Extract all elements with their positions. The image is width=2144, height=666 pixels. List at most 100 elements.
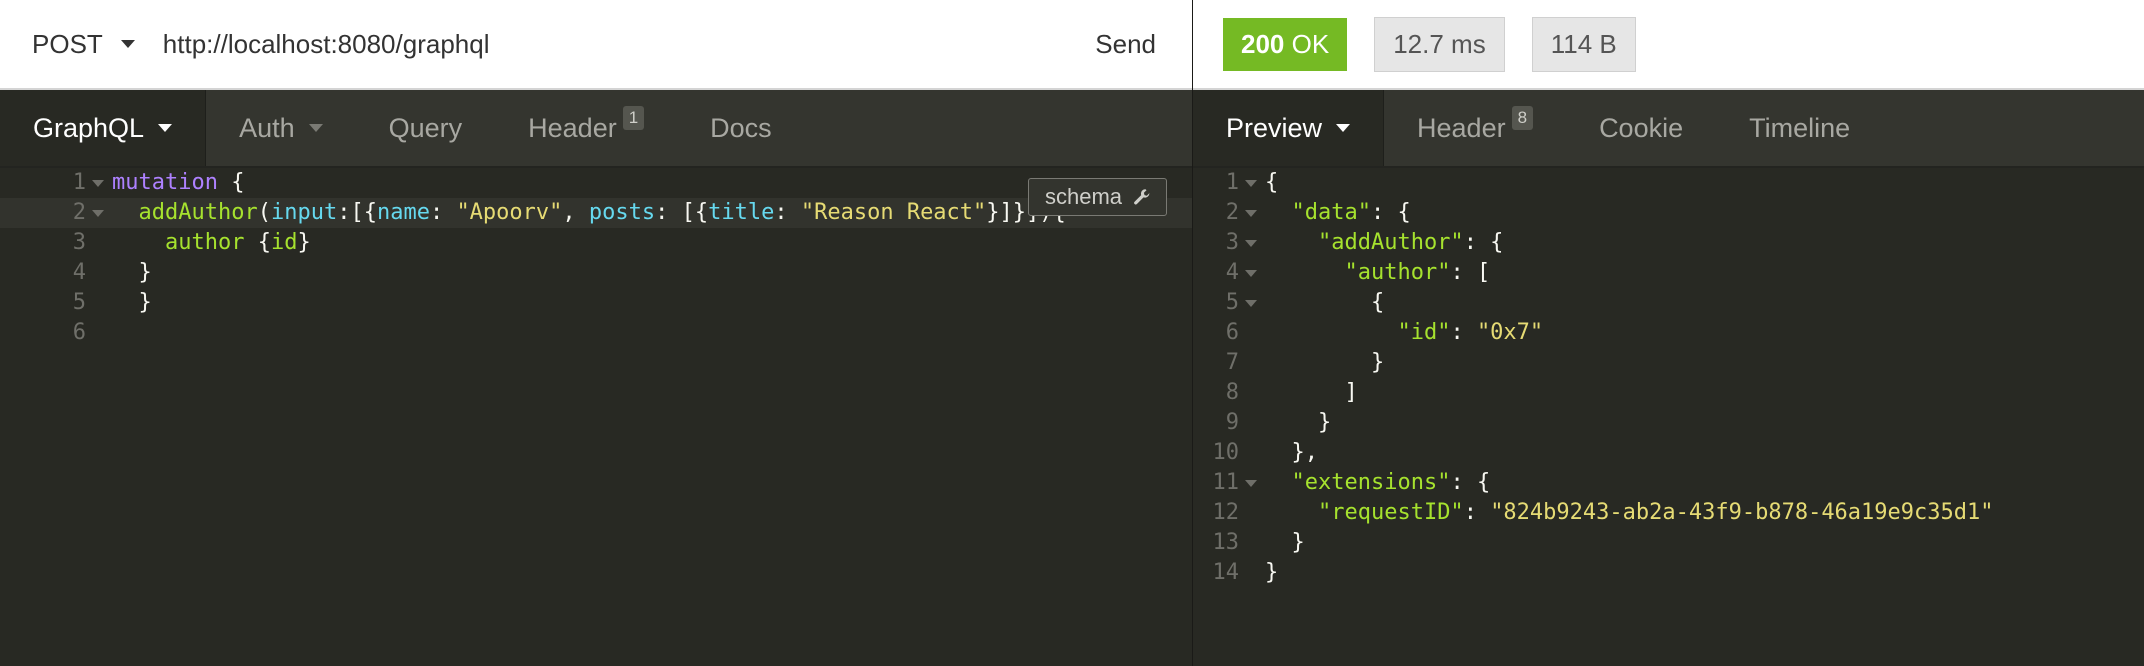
fold-arrow-icon[interactable]: [86, 198, 112, 228]
tab-cookie[interactable]: Cookie: [1566, 90, 1716, 166]
fold-arrow-icon[interactable]: [1239, 258, 1265, 288]
response-line: 4 "author": [: [1153, 258, 2104, 288]
wrench-icon: [1134, 189, 1150, 205]
tab-label: Auth: [239, 112, 295, 143]
send-button[interactable]: Send: [1095, 29, 1156, 60]
header-count-badge: 8: [1511, 106, 1534, 130]
code-text: "id": "0x7": [1397, 320, 1544, 345]
code-text: {: [1265, 170, 1279, 195]
line-number: 11: [1212, 470, 1240, 495]
schema-label: schema: [1045, 184, 1123, 209]
status-text: OK: [1291, 28, 1330, 59]
response-line: 7 }: [1153, 348, 2104, 378]
response-pane: 200 OK 12.7 ms 114 B Preview Header 8 Co…: [1193, 0, 2144, 666]
chevron-down-icon: [308, 124, 323, 132]
schema-button[interactable]: schema: [1028, 178, 1168, 216]
query-editor[interactable]: 1 mutation { 2 addAuthor(input:[{name: "…: [0, 168, 1192, 348]
code-text: "author": [: [1344, 260, 1491, 285]
chevron-down-icon: [158, 124, 173, 132]
code-text: "requestID": "824b9243-ab2a-43f9-b878-46…: [1317, 500, 1994, 525]
code-text: author {id}: [164, 230, 311, 255]
code-text: ]: [1265, 380, 1358, 405]
tab-timeline[interactable]: Timeline: [1716, 90, 1883, 166]
tab-label: Header: [528, 112, 617, 143]
tab-label: GraphQL: [33, 112, 145, 143]
tab-label: Preview: [1226, 112, 1323, 143]
fold-arrow-icon[interactable]: [1239, 228, 1265, 258]
response-line: 2 "data": {: [1153, 198, 2104, 228]
line-number: 3: [1225, 230, 1239, 255]
fold-arrow-icon[interactable]: [1239, 468, 1265, 498]
editor-line: 3 author {id}: [0, 228, 1192, 258]
url-bar: POST http://localhost:8080/graphql Send: [0, 0, 1192, 90]
response-status-bar: 200 OK 12.7 ms 114 B: [1193, 0, 2144, 90]
code-text: "addAuthor": {: [1317, 230, 1504, 255]
code-text: addAuthor(input:[{name: "Apoorv", posts:…: [138, 200, 1066, 225]
response-line: 6 "id": "0x7": [1153, 318, 2104, 348]
response-line: 9 }: [1153, 408, 2104, 438]
editor-line: 6: [0, 318, 1192, 348]
tab-label: Docs: [710, 112, 772, 143]
tab-label: Header: [1417, 112, 1506, 143]
line-number: 7: [1225, 350, 1239, 375]
response-line: 10 },: [1153, 438, 2104, 468]
line-number: 6: [72, 320, 86, 345]
tab-header[interactable]: Header 1: [495, 90, 677, 166]
line-number: 1: [1225, 170, 1239, 195]
tab-response-header[interactable]: Header 8: [1384, 90, 1566, 166]
fold-arrow-icon[interactable]: [1239, 168, 1265, 198]
tab-query[interactable]: Query: [356, 90, 496, 166]
response-line: 5 {: [1153, 288, 2104, 318]
editor-line: 5 }: [0, 288, 1192, 318]
tab-preview[interactable]: Preview: [1193, 90, 1385, 166]
response-line: 1 {: [1153, 168, 2104, 198]
tab-docs[interactable]: Docs: [677, 90, 805, 166]
code-text: {: [1265, 290, 1385, 315]
response-line: 11 "extensions": {: [1153, 468, 2104, 498]
status-code: 200: [1241, 28, 1285, 59]
response-line: 8 ]: [1153, 378, 2104, 408]
method-label: POST: [32, 28, 103, 59]
line-number: 5: [72, 290, 86, 315]
line-number: 2: [1225, 200, 1239, 225]
line-number: 13: [1212, 530, 1240, 555]
fold-arrow-icon[interactable]: [86, 168, 112, 198]
line-number: 5: [1225, 290, 1239, 315]
status-badge: 200 OK: [1223, 17, 1348, 71]
response-line: 13 }: [1153, 528, 2104, 558]
tab-auth[interactable]: Auth: [206, 90, 356, 166]
response-line: 12 "requestID": "824b9243-ab2a-43f9-b878…: [1153, 498, 2104, 528]
response-viewer[interactable]: 1 { 2 "data": { 3 "addAuthor": { 4 "auth…: [1153, 168, 2104, 588]
request-tabs: GraphQL Auth Query Header 1 Docs: [0, 90, 1192, 168]
method-dropdown[interactable]: POST: [32, 29, 135, 60]
header-count-badge: 1: [622, 106, 645, 130]
line-number: 9: [1225, 410, 1239, 435]
code-text: }: [1265, 530, 1305, 555]
response-tabs: Preview Header 8 Cookie Timeline: [1193, 90, 2144, 168]
tab-label: Cookie: [1599, 112, 1684, 143]
editor-line: 2 addAuthor(input:[{name: "Apoorv", post…: [0, 198, 1192, 228]
line-number: 2: [72, 200, 86, 225]
tab-label: Timeline: [1749, 112, 1851, 143]
url-input[interactable]: http://localhost:8080/graphql: [163, 29, 1095, 60]
fold-arrow-icon[interactable]: [1239, 198, 1265, 228]
editor-line: 1 mutation {: [0, 168, 1192, 198]
code-text: "data": {: [1291, 200, 1411, 225]
line-number: 4: [1225, 260, 1239, 285]
code-text: "extensions": {: [1291, 470, 1491, 495]
code-text: }: [112, 290, 152, 315]
line-number: 4: [72, 260, 86, 285]
response-line: 14 }: [1153, 558, 2104, 588]
code-text: mutation {: [112, 170, 245, 195]
fold-arrow-icon[interactable]: [1239, 288, 1265, 318]
tab-graphql[interactable]: GraphQL: [0, 90, 207, 166]
chevron-down-icon: [120, 40, 135, 48]
line-number: 14: [1212, 560, 1240, 585]
code-text: }: [1265, 410, 1332, 435]
line-number: 8: [1225, 380, 1239, 405]
editor-line: 4 }: [0, 258, 1192, 288]
line-number: 6: [1225, 320, 1239, 345]
code-text: }: [1265, 560, 1279, 585]
request-pane: POST http://localhost:8080/graphql Send …: [0, 0, 1192, 666]
line-number: 12: [1212, 500, 1240, 525]
